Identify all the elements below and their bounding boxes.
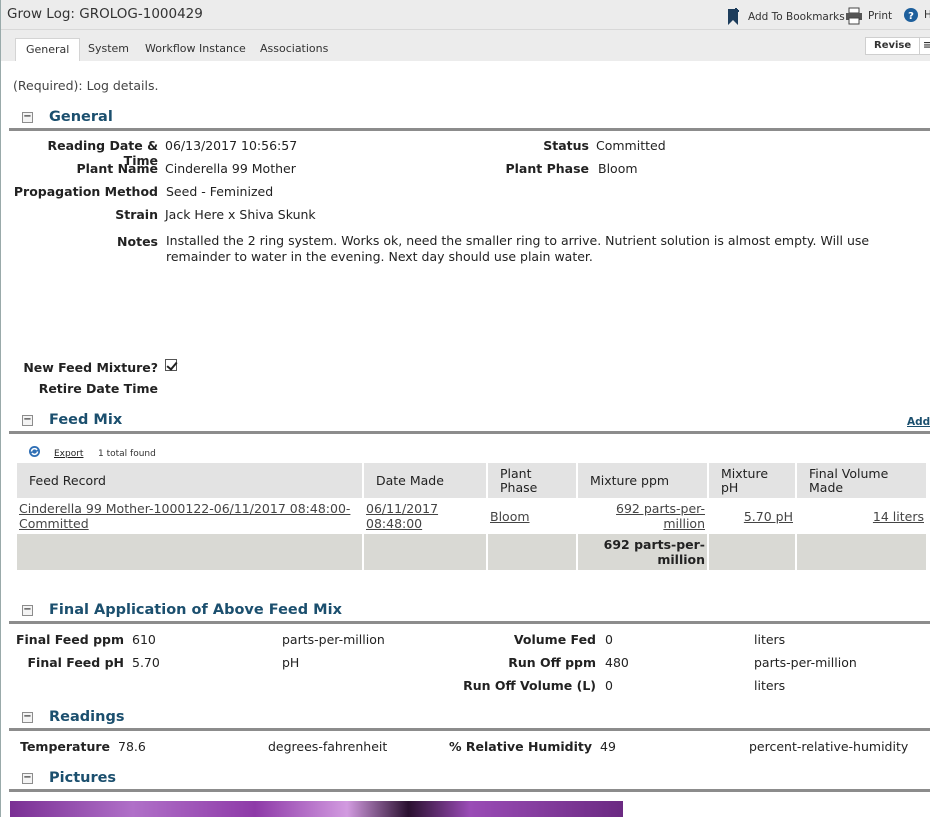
print-button[interactable]: Print: [845, 7, 892, 25]
propagation-method-label: Propagation Method: [13, 184, 158, 199]
column-header-mixture-ph[interactable]: Mixture pH: [708, 463, 797, 498]
plant-photo[interactable]: [10, 801, 623, 817]
final-feed-ppm-value: 610: [132, 632, 156, 647]
more-actions-button[interactable]: ≡: [919, 37, 930, 55]
bookmark-icon: [728, 8, 739, 25]
section-title: Pictures: [49, 770, 117, 786]
total-mixture-ppm: 692 parts-per-million: [577, 534, 709, 570]
run-off-ppm-label: Run Off ppm: [508, 655, 596, 670]
run-off-ppm-value: 480: [605, 655, 629, 670]
final-volume-link[interactable]: 14 liters: [873, 509, 924, 524]
plant-phase-value: Bloom: [598, 161, 638, 176]
run-off-ppm-unit: parts-per-million: [754, 655, 857, 670]
section-title: Feed Mix: [49, 412, 123, 428]
feed-mix-table: Feed Record Date Made Plant Phase Mixtur…: [17, 463, 928, 570]
new-feed-mixture-label: New Feed Mixture?: [23, 360, 158, 375]
add-to-bookmarks-button[interactable]: Add To Bookmarks: [725, 7, 845, 27]
plant-name-label: Plant Name: [76, 161, 158, 176]
final-feed-ph-label: Final Feed pH: [27, 655, 125, 670]
tab-general[interactable]: General: [15, 38, 81, 61]
add-to-bookmarks-label: Add To Bookmarks: [748, 11, 845, 23]
print-label: Print: [868, 10, 893, 22]
propagation-method-value: Seed - Feminized: [166, 184, 274, 199]
collapse-icon[interactable]: −: [22, 712, 33, 723]
collapse-icon[interactable]: −: [22, 112, 33, 123]
status-value: Committed: [596, 138, 666, 153]
readings-section-header[interactable]: − Readings: [9, 708, 930, 731]
window-title: Grow Log: GROLOG-1000429: [7, 6, 203, 22]
tab-associations[interactable]: Associations: [250, 38, 338, 61]
final-feed-ppm-unit: parts-per-million: [282, 632, 385, 647]
plant-phase-label: Plant Phase: [505, 161, 589, 176]
mixture-ppm-link[interactable]: 692 parts-per-million: [616, 501, 705, 531]
temperature-value: 78.6: [118, 739, 146, 754]
revise-button[interactable]: Revise: [865, 37, 921, 55]
column-header-mixture-ppm[interactable]: Mixture ppm: [577, 463, 709, 498]
collapse-icon[interactable]: −: [22, 773, 33, 784]
run-off-volume-unit: liters: [754, 678, 786, 693]
new-feed-mixture-checkbox[interactable]: [165, 359, 177, 374]
run-off-volume-value: 0: [605, 678, 613, 693]
section-title: Final Application of Above Feed Mix: [49, 602, 342, 618]
collapse-icon[interactable]: −: [22, 415, 33, 426]
pictures-section-header[interactable]: − Pictures: [9, 769, 930, 792]
strain-value: Jack Here x Shiva Skunk: [165, 207, 316, 222]
printer-icon: [846, 7, 862, 25]
help-button[interactable]: ? H: [903, 7, 930, 23]
svg-text:?: ?: [908, 11, 914, 22]
column-header-final-volume[interactable]: Final Volume Made: [796, 463, 928, 498]
table-header-row: Feed Record Date Made Plant Phase Mixtur…: [17, 463, 928, 498]
table-row: Cinderella 99 Mother-1000122-06/11/2017 …: [17, 498, 928, 534]
table-totals-row: 692 parts-per-million: [17, 534, 928, 570]
reading-date-value: 06/13/2017 10:56:57: [165, 138, 298, 153]
export-link[interactable]: Export: [54, 449, 83, 459]
add-feed-mix-link[interactable]: Add: [907, 416, 930, 428]
title-bar: Grow Log: GROLOG-1000429 Add To Bookmark…: [1, 0, 930, 30]
status-label: Status: [543, 138, 589, 153]
final-feed-ph-value: 5.70: [132, 655, 160, 670]
column-header-feed-record[interactable]: Feed Record: [17, 463, 364, 498]
tab-workflow-instance[interactable]: Workflow Instance: [135, 38, 256, 61]
column-header-date-made[interactable]: Date Made: [363, 463, 488, 498]
retire-date-time-label: Retire Date Time: [38, 381, 158, 396]
relative-humidity-label: % Relative Humidity: [449, 739, 592, 754]
section-title: General: [49, 109, 113, 125]
total-found-count: 1 total found: [98, 449, 156, 459]
final-application-section-header[interactable]: − Final Application of Above Feed Mix: [9, 601, 930, 624]
column-header-plant-phase[interactable]: Plant Phase: [487, 463, 578, 498]
tab-bar: General System Workflow Instance Associa…: [1, 30, 930, 61]
help-label: H: [924, 9, 930, 21]
final-feed-ph-unit: pH: [282, 655, 300, 670]
collapse-icon[interactable]: −: [22, 605, 33, 616]
section-title: Readings: [49, 709, 125, 725]
feed-record-link[interactable]: Cinderella 99 Mother-1000122-06/11/2017 …: [19, 501, 350, 531]
strain-label: Strain: [115, 207, 158, 222]
volume-fed-label: Volume Fed: [513, 632, 596, 647]
temperature-label: Temperature: [20, 739, 110, 754]
relative-humidity-unit: percent-relative-humidity: [749, 739, 909, 754]
plant-name-value: Cinderella 99 Mother: [165, 161, 296, 176]
general-section-header[interactable]: − General: [9, 108, 930, 131]
run-off-volume-label: Run Off Volume (L): [463, 678, 596, 693]
volume-fed-value: 0: [605, 632, 613, 647]
required-note: (Required): Log details.: [13, 78, 159, 93]
notes-label: Notes: [117, 234, 158, 249]
mixture-ph-link[interactable]: 5.70 pH: [744, 509, 793, 524]
tab-system[interactable]: System: [78, 38, 139, 61]
refresh-icon[interactable]: [28, 445, 41, 458]
volume-fed-unit: liters: [754, 632, 786, 647]
final-feed-ppm-label: Final Feed ppm: [15, 632, 124, 647]
temperature-unit: degrees-fahrenheit: [268, 739, 388, 754]
feed-mix-section-header[interactable]: − Feed Mix: [9, 411, 930, 434]
date-made-link[interactable]: 06/11/2017 08:48:00: [366, 501, 438, 531]
relative-humidity-value: 49: [600, 739, 616, 754]
help-icon: ?: [904, 8, 918, 22]
plant-phase-link[interactable]: Bloom: [490, 509, 530, 524]
notes-value: Installed the 2 ring system. Works ok, n…: [166, 233, 870, 264]
